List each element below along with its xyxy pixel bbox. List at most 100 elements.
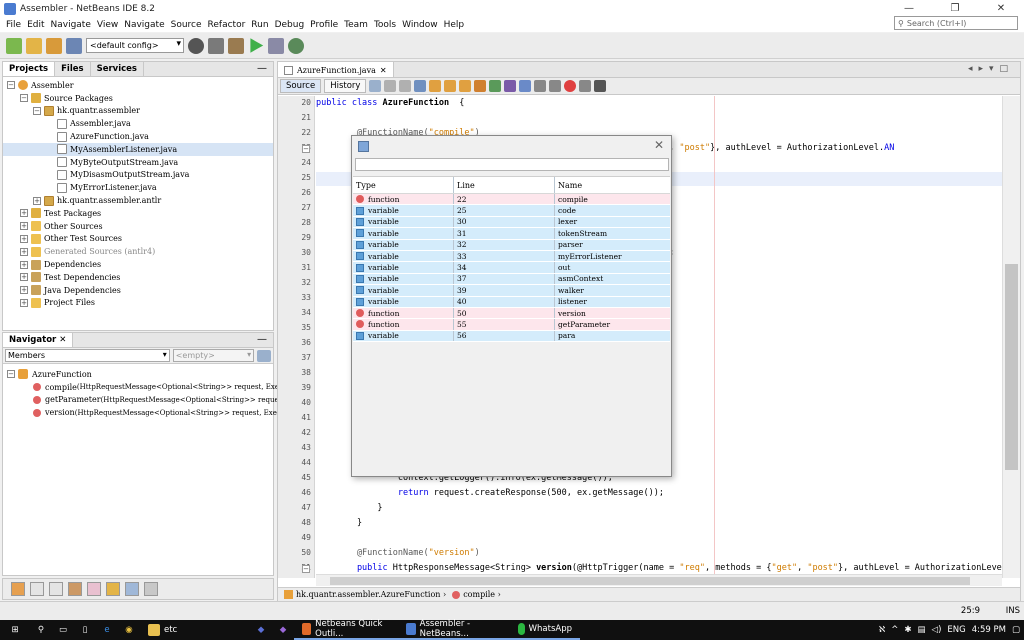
breadcrumb-method[interactable]: compile › <box>452 590 501 599</box>
menu-refactor[interactable]: Refactor <box>205 20 249 30</box>
taskbar-item-etc[interactable]: etc <box>140 620 250 640</box>
outline-row[interactable]: variable 34 out <box>353 262 670 274</box>
vscode-icon[interactable]: ◆ <box>250 620 272 640</box>
header-name[interactable]: Name <box>555 177 670 193</box>
open-project-icon[interactable] <box>46 37 62 54</box>
network-icon[interactable]: ▤ <box>918 625 926 635</box>
menu-navigate[interactable]: Navigate <box>48 20 94 30</box>
clock[interactable]: 4:59 PM <box>972 625 1006 635</box>
notifications-icon[interactable]: ▢ <box>1012 625 1020 635</box>
outline-row[interactable]: variable 40 listener <box>353 296 670 308</box>
tree-item[interactable]: + Dependencies <box>3 258 273 271</box>
expand-toggle[interactable]: − <box>33 106 41 115</box>
shift-right-icon[interactable] <box>549 80 562 92</box>
tree-item[interactable]: AzureFunction.java <box>3 130 273 143</box>
stop-macro-icon[interactable] <box>579 80 592 92</box>
expand-toggle[interactable]: + <box>20 247 28 256</box>
source-button[interactable]: Source <box>280 79 322 93</box>
tree-item[interactable]: − Assembler <box>3 79 273 92</box>
breadcrumb-class[interactable]: hk.quantr.assembler.AzureFunction › <box>284 590 446 600</box>
tree-item[interactable]: + Java Dependencies <box>3 284 273 297</box>
navigator-member[interactable]: compile (HttpRequestMessage<Optional<Stri… <box>3 381 307 394</box>
forward-icon[interactable] <box>399 80 412 92</box>
taskbar-item-whatsapp[interactable]: WhatsApp <box>510 620 580 640</box>
expand-toggle[interactable]: + <box>20 222 28 231</box>
tree-item[interactable]: + Project Files <box>3 297 273 310</box>
header-type[interactable]: Type <box>353 177 454 193</box>
bluetooth-icon[interactable]: ✱ <box>904 625 911 635</box>
collapse-toggle[interactable]: − <box>7 370 15 379</box>
filter-nonpublic-icon[interactable] <box>30 582 44 596</box>
menu-run[interactable]: Run <box>248 20 271 30</box>
task-view-icon[interactable]: ▭ <box>52 620 74 640</box>
tree-item[interactable]: MyAssemblerListener.java <box>3 142 273 156</box>
outline-filter-input[interactable] <box>355 158 669 171</box>
show-fqn-icon[interactable] <box>106 582 120 596</box>
history-button[interactable]: History <box>324 79 367 93</box>
expand-toggle[interactable]: + <box>20 209 28 218</box>
expand-toggle[interactable]: + <box>20 234 28 243</box>
close-tab-icon[interactable]: ✕ <box>380 66 387 75</box>
expand-toggle[interactable]: + <box>20 273 28 282</box>
outline-row[interactable]: function 55 getParameter <box>353 319 670 331</box>
code-line[interactable]: @FunctionName("version") <box>316 548 480 558</box>
new-project-icon[interactable] <box>26 37 42 54</box>
globe-icon[interactable] <box>188 37 204 54</box>
popup-close-icon[interactable]: ✕ <box>654 138 664 152</box>
filter-select[interactable]: <empty> <box>172 349 255 362</box>
outline-row[interactable]: function 22 compile <box>353 194 670 206</box>
horizontal-scroll-thumb[interactable] <box>330 577 970 585</box>
people-icon[interactable]: ℵ <box>879 625 885 635</box>
tree-item[interactable]: + Test Packages <box>3 207 273 220</box>
expand-toggle[interactable]: + <box>20 298 28 307</box>
fold-toggle-icon[interactable]: − <box>302 145 310 153</box>
file-explorer-icon[interactable]: ▯ <box>74 620 96 640</box>
find-icon[interactable] <box>414 80 427 92</box>
clean-build-icon[interactable] <box>228 37 244 54</box>
menu-debug[interactable]: Debug <box>272 20 308 30</box>
sort-name-icon[interactable] <box>125 582 139 596</box>
shift-left-icon[interactable] <box>534 80 547 92</box>
restore-button[interactable]: ❐ <box>932 0 978 17</box>
sort-source-icon[interactable] <box>144 582 158 596</box>
config-select[interactable]: <default config> <box>86 38 184 53</box>
new-file-icon[interactable] <box>6 37 22 54</box>
visual-studio-icon[interactable]: ◆ <box>272 620 294 640</box>
outline-row[interactable]: variable 33 myErrorListener <box>353 250 670 263</box>
tree-item[interactable]: + hk.quantr.assembler.antlr <box>3 194 273 207</box>
menu-file[interactable]: File <box>3 20 24 30</box>
navigator-member[interactable]: getParameter (HttpRequestMessage<Optional… <box>3 394 312 407</box>
chart-icon[interactable] <box>594 80 607 92</box>
taskbar-item-assembler[interactable]: Assembler - NetBeans... <box>398 619 510 640</box>
horizontal-scrollbar[interactable] <box>316 574 1002 586</box>
expand-toggle[interactable]: + <box>33 196 41 205</box>
save-all-icon[interactable] <box>66 37 82 54</box>
start-windows-icon[interactable]: ⊞ <box>0 620 30 640</box>
navigator-member[interactable]: version (HttpRequestMessage<Optional<Stri… <box>3 406 299 419</box>
outline-row[interactable]: variable 31 tokenStream <box>353 228 670 240</box>
menu-view[interactable]: View <box>94 20 121 30</box>
expand-toggle[interactable]: − <box>7 81 15 90</box>
menu-tools[interactable]: Tools <box>371 20 399 30</box>
minimize-navigator-icon[interactable]: — <box>257 334 267 345</box>
code-line[interactable]: public HttpResponseMessage<String> versi… <box>316 563 1002 573</box>
close-button[interactable]: ✕ <box>978 0 1024 17</box>
outline-row[interactable]: variable 39 walker <box>353 285 670 297</box>
navigator-root[interactable]: − AzureFunction <box>3 368 273 381</box>
fold-toggle-icon[interactable]: − <box>302 565 310 573</box>
tab-projects[interactable]: Projects <box>3 62 56 76</box>
find-previous-icon[interactable] <box>429 80 442 92</box>
outline-row[interactable]: variable 25 code <box>353 205 670 217</box>
menu-edit[interactable]: Edit <box>24 20 47 30</box>
last-edit-icon[interactable] <box>369 80 382 92</box>
run-icon[interactable] <box>250 38 264 53</box>
build-hammer-icon[interactable] <box>208 37 224 54</box>
outline-row[interactable]: function 50 version <box>353 307 670 320</box>
sort-icon[interactable] <box>257 349 271 362</box>
code-line[interactable]: return request.createResponse(500, ex.ge… <box>316 488 664 498</box>
tree-item[interactable]: Assembler.java <box>3 117 273 130</box>
expand-toggle[interactable]: + <box>20 260 28 269</box>
vertical-scroll-thumb[interactable] <box>1005 264 1018 470</box>
outline-row[interactable]: variable 37 asmContext <box>353 273 670 286</box>
search-taskbar-icon[interactable]: ⚲ <box>30 620 52 640</box>
